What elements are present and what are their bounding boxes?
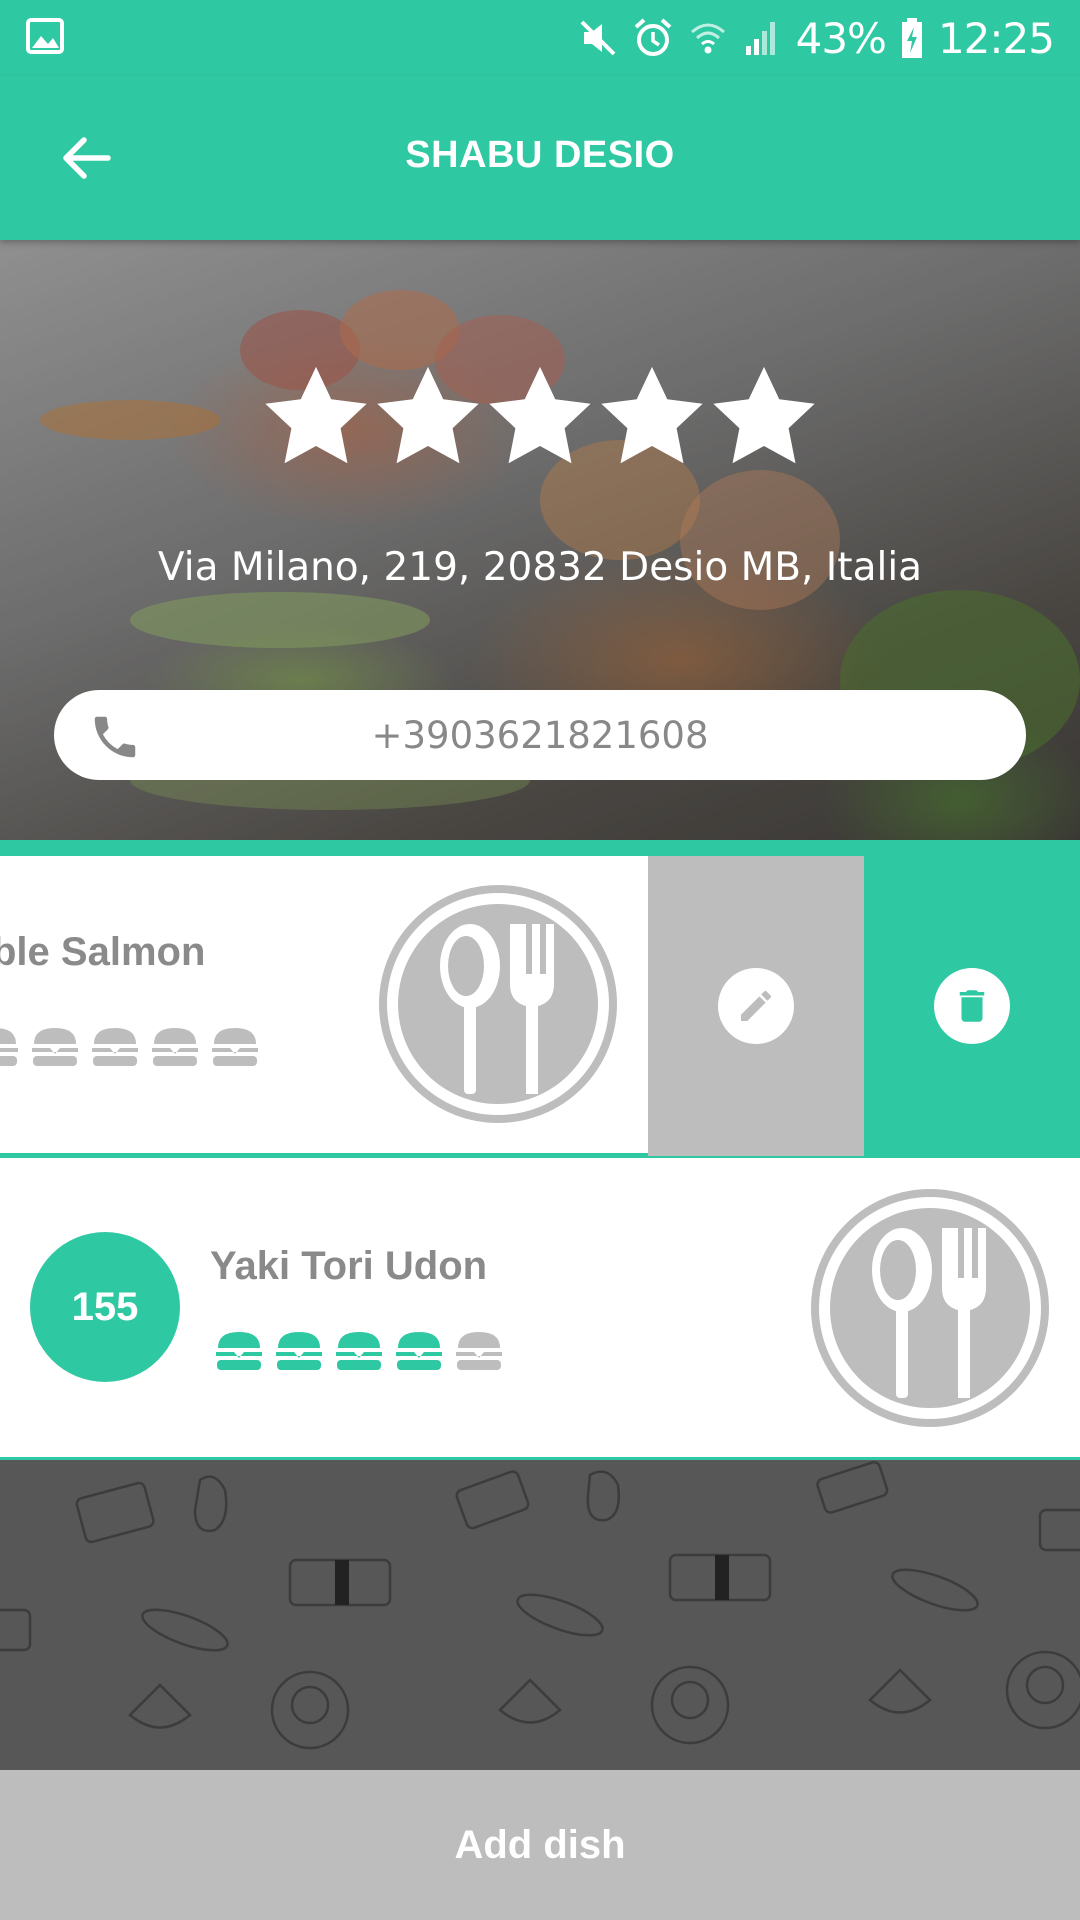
edit-button[interactable] <box>648 856 864 1156</box>
restaurant-address: Via Milano, 219, 20832 Desio MB, Italia <box>157 545 923 590</box>
burger-rating-icon <box>152 1028 198 1066</box>
star-icon[interactable] <box>593 358 711 476</box>
delete-button[interactable] <box>864 856 1080 1156</box>
dish-placeholder-icon <box>811 1189 1049 1427</box>
phone-icon <box>94 716 136 758</box>
clock: 12:25 <box>937 13 1055 63</box>
restaurant-rating <box>0 358 1080 476</box>
phone-number: +3903621821608 <box>371 713 709 757</box>
burger-rating-icon <box>216 1332 262 1370</box>
dish-name: Yaki Tori Udon <box>210 1244 488 1288</box>
phone-button[interactable]: +3903621821608 <box>54 690 1026 780</box>
pencil-icon <box>741 990 772 1021</box>
app-bar: SHABU DESIO <box>0 76 1080 240</box>
dish-name: ble Salmon <box>0 930 206 974</box>
mute-icon <box>580 20 616 56</box>
battery-percent: 43% <box>795 13 887 63</box>
dish-number-badge: 155 <box>30 1232 180 1382</box>
burger-rating-icon <box>92 1028 138 1066</box>
burger-rating-icon <box>396 1332 442 1370</box>
burger-rating-icon <box>0 1028 18 1066</box>
gallery-notification-icon <box>26 18 64 54</box>
dish-placeholder-icon <box>379 885 617 1123</box>
battery-charging-icon <box>901 18 922 58</box>
page-title: SHABU DESIO <box>405 134 675 176</box>
status-bar: 43% 12:25 <box>0 0 1080 76</box>
delete-circle <box>934 968 1010 1044</box>
edit-circle <box>718 968 794 1044</box>
burger-rating-icon <box>456 1332 502 1370</box>
sushi-pattern-background <box>0 1460 1080 1750</box>
signal-icon <box>745 22 775 55</box>
alarm-icon <box>634 18 671 56</box>
burger-rating-icon <box>276 1332 322 1370</box>
trash-icon <box>959 990 985 1022</box>
dish-card[interactable]: ble Salmon <box>0 856 648 1156</box>
burger-rating-icon <box>336 1332 382 1370</box>
burger-rating-icon <box>32 1028 78 1066</box>
dish-card[interactable]: 155 Yaki Tori Udon <box>0 1158 1080 1460</box>
dish-rating <box>0 1026 260 1068</box>
dish-rating <box>214 1330 504 1372</box>
star-icon[interactable] <box>481 358 599 476</box>
status-icons: 43% 12:25 <box>578 10 1055 66</box>
star-icon[interactable] <box>705 358 823 476</box>
star-icon[interactable] <box>369 358 487 476</box>
add-dish-button[interactable]: Add dish <box>0 1770 1080 1920</box>
burger-rating-icon <box>212 1028 258 1066</box>
wifi-icon <box>690 23 725 54</box>
star-icon[interactable] <box>257 358 375 476</box>
